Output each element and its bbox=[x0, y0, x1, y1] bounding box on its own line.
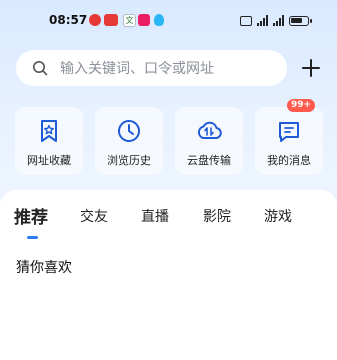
tab-live[interactable]: 直播 bbox=[141, 206, 169, 226]
tab-games[interactable]: 游戏 bbox=[264, 206, 292, 226]
category-tabs: 推荐 交友 直播 影院 游戏 bbox=[0, 200, 337, 240]
history-tile[interactable]: 浏览历史 bbox=[95, 107, 163, 175]
status-bar: 08:57 文 bbox=[0, 10, 337, 32]
cloud-transfer-tile[interactable]: 云盘传输 bbox=[175, 107, 243, 175]
text-icon: 文 bbox=[123, 14, 136, 27]
search-icon bbox=[33, 61, 48, 76]
tile-label: 浏览历史 bbox=[107, 154, 151, 167]
active-tab-indicator bbox=[27, 236, 38, 239]
system-icons bbox=[240, 15, 312, 26]
battery-icon bbox=[289, 15, 312, 26]
status-time: 08:57 bbox=[49, 13, 88, 27]
tab-cinema[interactable]: 影院 bbox=[203, 206, 231, 226]
tile-label: 网址收藏 bbox=[27, 154, 71, 167]
news-icon bbox=[104, 14, 118, 26]
add-button[interactable] bbox=[300, 57, 322, 79]
signal-5g-icon bbox=[273, 15, 284, 26]
messages-tile[interactable]: 我的消息 bbox=[255, 107, 323, 175]
nfc-icon bbox=[240, 15, 252, 26]
bookmark-icon bbox=[41, 120, 57, 142]
message-count-badge: 99+ bbox=[287, 99, 316, 112]
cloud-transfer-icon bbox=[197, 121, 222, 140]
weibo-icon bbox=[89, 14, 101, 26]
bookmarks-tile[interactable]: 网址收藏 bbox=[15, 107, 83, 175]
tab-recommend[interactable]: 推荐 bbox=[14, 203, 48, 228]
message-icon bbox=[279, 122, 299, 142]
quick-actions: 网址收藏 浏览历史 云盘传输 我的消息 99+ bbox=[15, 99, 325, 175]
search-bar[interactable] bbox=[16, 50, 287, 88]
content-panel: 推荐 交友 直播 影院 游戏 猜你喜欢 bbox=[0, 190, 337, 360]
tab-friends[interactable]: 交友 bbox=[80, 206, 108, 226]
tile-label: 云盘传输 bbox=[187, 154, 231, 167]
search-input[interactable] bbox=[58, 50, 282, 88]
signal-4g-icon bbox=[257, 15, 268, 26]
clock-icon bbox=[118, 120, 140, 142]
tile-label: 我的消息 bbox=[267, 154, 311, 167]
qq-icon bbox=[154, 14, 164, 26]
section-title: 猜你喜欢 bbox=[16, 260, 72, 276]
app-icon bbox=[138, 14, 150, 26]
